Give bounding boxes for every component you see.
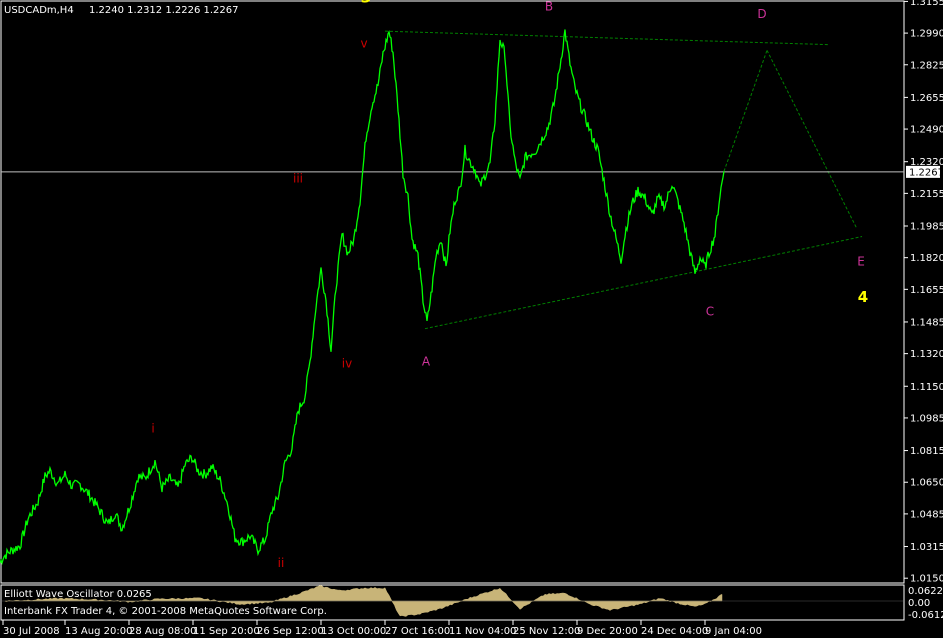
price-tick-label: 1.0150 <box>910 574 943 585</box>
price-tick-label: 1.0315 <box>910 542 943 553</box>
price-tick-label: 1.2990 <box>910 29 943 40</box>
current-price-value: 1.2267 <box>909 167 943 178</box>
wave-label: B <box>545 0 553 13</box>
wave-label: iv <box>342 356 352 370</box>
wave-label: i <box>151 422 154 436</box>
price-tick-label: 1.1320 <box>910 349 943 360</box>
indicator-tick-top: 0.0622 <box>908 586 943 597</box>
indicator-copyright: Interbank FX Trader 4, © 2001-2008 MetaQ… <box>4 606 327 617</box>
price-chart[interactable]: 1.31551.29901.28251.26551.24901.23201.21… <box>0 0 943 638</box>
time-tick-label: 30 Jul 2008 <box>3 626 60 637</box>
price-tick-label: 1.1485 <box>910 317 943 328</box>
wave-label: A <box>422 354 431 368</box>
price-tick-label: 1.0815 <box>910 446 943 457</box>
wave-label: 4 <box>858 288 868 306</box>
wave-label: ii <box>278 556 285 570</box>
time-tick-label: 26 Sep 12:00 <box>257 626 324 637</box>
time-tick-label: 11 Sep 20:00 <box>193 626 260 637</box>
time-tick-label: 28 Aug 08:00 <box>129 626 196 637</box>
wave-label: iii <box>293 171 303 185</box>
wave-label: D <box>757 7 766 21</box>
price-tick-label: 1.2490 <box>910 125 943 136</box>
time-tick-label: 13 Oct 00:00 <box>321 626 386 637</box>
time-tick-label: 9 Dec 20:00 <box>577 626 638 637</box>
indicator-name: Elliott Wave Oscillator 0.0265 <box>4 589 152 600</box>
price-tick-label: 1.2155 <box>910 189 943 200</box>
wave-label: 3 <box>361 0 371 7</box>
price-tick-label: 1.2655 <box>910 93 943 104</box>
time-tick-label: 9 Jan 04:00 <box>705 626 762 637</box>
indicator-tick-mid: 0.00 <box>908 598 930 609</box>
price-tick-label: 1.0985 <box>910 413 943 424</box>
time-tick-label: 13 Aug 20:00 <box>65 626 132 637</box>
price-tick-label: 1.1655 <box>910 285 943 296</box>
time-tick-label: 25 Nov 12:00 <box>513 626 580 637</box>
chart-symbol: USDCADm,H4 <box>4 5 74 16</box>
price-tick-label: 1.1985 <box>910 221 943 232</box>
time-tick-label: 27 Oct 16:00 <box>385 626 450 637</box>
time-tick-label: 11 Nov 04:00 <box>449 626 516 637</box>
price-tick-label: 1.2825 <box>910 60 943 71</box>
wave-label: C <box>706 304 714 318</box>
price-tick-label: 1.1150 <box>910 382 943 393</box>
price-tick-label: 1.0485 <box>910 509 943 520</box>
wave-label: E <box>857 255 865 269</box>
wave-label: v <box>360 37 367 51</box>
price-tick-label: 1.1820 <box>910 253 943 264</box>
time-tick-label: 24 Dec 04:00 <box>641 626 708 637</box>
price-tick-label: 1.3155 <box>910 0 943 8</box>
price-tick-label: 1.0650 <box>910 478 943 489</box>
indicator-tick-bottom: -0.0612 <box>908 610 943 621</box>
chart-ohlc: 1.2240 1.2312 1.2226 1.2267 <box>89 5 239 16</box>
